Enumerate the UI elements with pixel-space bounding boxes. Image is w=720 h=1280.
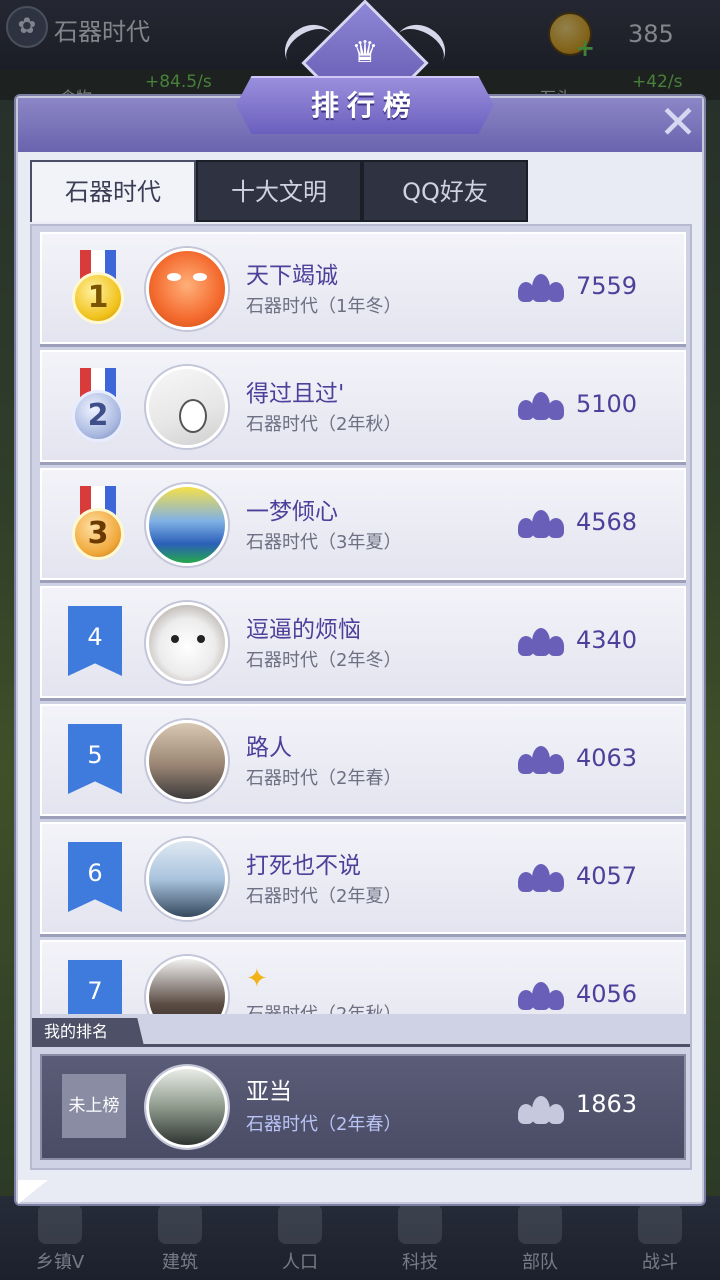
leaderboard-list[interactable]: 1 天下竭诚 石器时代（1年冬） 7559 2 得过且过' 石器时代（2年秋） …	[32, 226, 690, 1014]
player-score: 1863	[576, 1090, 638, 1118]
player-era: 石器时代（3年夏）	[246, 532, 402, 553]
player-name: 天下竭诚	[246, 263, 338, 289]
tab-top-civilizations[interactable]: 十大文明	[196, 160, 362, 222]
player-era: 石器时代（2年秋）	[246, 1000, 401, 1014]
avatar[interactable]	[146, 956, 228, 1014]
leaderboard-row[interactable]: 5 路人 石器时代（2年春） 4063	[40, 704, 686, 816]
corner-decoration	[18, 1180, 48, 1204]
leaderboard-row[interactable]: 3 一梦倾心 石器时代（3年夏） 4568	[40, 468, 686, 580]
population-icon	[518, 980, 564, 1010]
leaderboard-modal: ✕ 石器时代 十大文明 QQ好友 1 天下竭诚 石器时代（1年冬） 7559 2…	[16, 96, 704, 1204]
player-era: 石器时代（2年夏）	[246, 886, 402, 907]
leaderboard-row[interactable]: 7 ✦ 石器时代（2年秋） 4056	[40, 940, 686, 1014]
avatar[interactable]	[146, 838, 228, 920]
player-name: 一梦倾心	[246, 499, 338, 525]
player-era: 石器时代（2年春）	[246, 768, 402, 789]
my-rank-label: 我的排名	[32, 1018, 144, 1046]
avatar[interactable]	[146, 366, 228, 448]
population-icon	[518, 744, 564, 774]
bronze-medal-icon: 3	[70, 486, 126, 566]
tab-qq-friends[interactable]: QQ好友	[362, 160, 528, 222]
population-icon	[518, 272, 564, 302]
leaderboard-row[interactable]: 1 天下竭诚 石器时代（1年冬） 7559	[40, 232, 686, 344]
player-era: 石器时代（2年秋）	[246, 414, 402, 435]
player-name: ✦	[246, 964, 268, 994]
player-score: 7559	[576, 272, 638, 300]
avatar[interactable]	[146, 1066, 228, 1148]
player-score: 4340	[576, 626, 638, 654]
population-icon	[518, 626, 564, 656]
modal-title: 排行榜	[310, 89, 419, 122]
tab-bar: 石器时代 十大文明 QQ好友	[30, 160, 530, 222]
population-icon	[518, 508, 564, 538]
silver-medal-icon: 2	[70, 368, 126, 448]
player-score: 4056	[576, 980, 638, 1008]
avatar[interactable]	[146, 602, 228, 684]
player-score: 4063	[576, 744, 638, 772]
player-name: 得过且过'	[246, 381, 345, 407]
rank-number: 2	[72, 390, 124, 442]
rank-number: 1	[72, 272, 124, 324]
rank-flag: 5	[68, 724, 122, 794]
rank-flag: 6	[68, 842, 122, 912]
rank-flag: 4	[68, 606, 122, 676]
title-banner: ♛ 排行榜	[236, 0, 494, 150]
leaderboard-row[interactable]: 4 逗逼的烦恼 石器时代（2年冬） 4340	[40, 586, 686, 698]
crown-icon: ♛	[351, 35, 379, 70]
rank-number: 3	[72, 508, 124, 560]
player-name: 路人	[246, 735, 292, 761]
player-name: 亚当	[246, 1079, 292, 1105]
player-score: 4057	[576, 862, 638, 890]
player-score: 4568	[576, 508, 638, 536]
avatar[interactable]	[146, 484, 228, 566]
population-icon	[518, 862, 564, 892]
population-icon	[518, 1094, 564, 1124]
player-name: 逗逼的烦恼	[246, 617, 361, 643]
player-era: 石器时代（2年春）	[246, 1114, 402, 1135]
leaderboard-row[interactable]: 2 得过且过' 石器时代（2年秋） 5100	[40, 350, 686, 462]
player-era: 石器时代（2年冬）	[246, 650, 402, 671]
avatar[interactable]	[146, 720, 228, 802]
population-icon	[518, 390, 564, 420]
close-button[interactable]: ✕	[656, 99, 700, 146]
player-name: 打死也不说	[246, 853, 361, 879]
gold-medal-icon: 1	[70, 250, 126, 330]
player-era: 石器时代（1年冬）	[246, 296, 402, 317]
leaderboard-row[interactable]: 6 打死也不说 石器时代（2年夏） 4057	[40, 822, 686, 934]
tab-stone-age[interactable]: 石器时代	[30, 160, 196, 222]
my-rank-row[interactable]: 未上榜 亚当 石器时代（2年春） 1863	[40, 1054, 686, 1160]
avatar[interactable]	[146, 248, 228, 330]
leaderboard-panel: 1 天下竭诚 石器时代（1年冬） 7559 2 得过且过' 石器时代（2年秋） …	[30, 224, 692, 1170]
rank-flag: 7	[68, 960, 122, 1014]
player-score: 5100	[576, 390, 638, 418]
divider	[32, 1044, 690, 1047]
unranked-badge: 未上榜	[62, 1074, 126, 1138]
